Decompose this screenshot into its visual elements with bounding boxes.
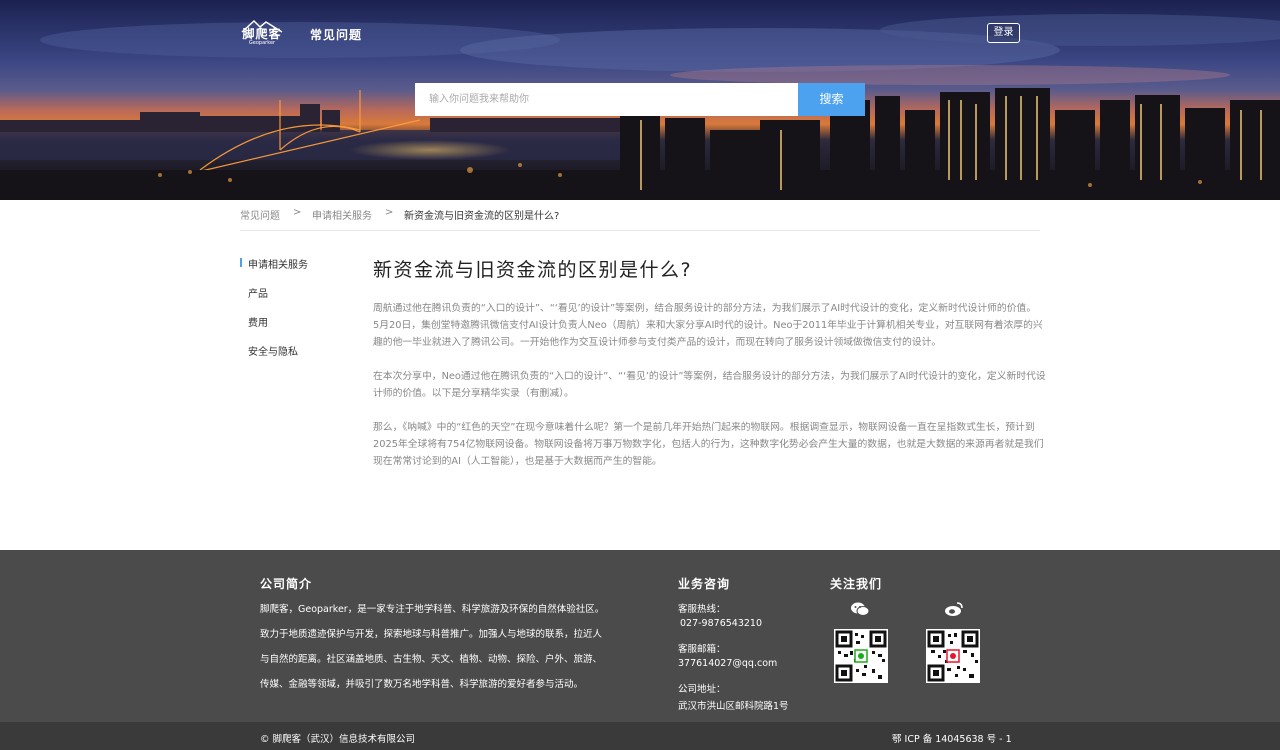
article-paragraph: 那么，《呐喊》中的“红色的天空”在现今意味着什么呢？第一个是前几年开始热门起来的…	[373, 422, 1044, 467]
about-line: 与自然的距离。社区涵盖地质、古生物、天文、植物、动物、探险、户外、旅游、	[260, 654, 603, 665]
icp-license[interactable]: 鄂 ICP 备 14045638 号 - 1	[892, 731, 1012, 745]
article-paragraph: 在本次分享中，Neo通过他在腾讯负责的“入口的设计”、“‘看见’的设计”等案例，…	[373, 371, 1046, 399]
address-label: 公司地址：	[678, 684, 726, 695]
logo-subtext: Geoparker	[248, 40, 276, 46]
address-value: 武汉市洪山区邮科院路1号	[678, 701, 789, 712]
sidebar-active-marker	[240, 258, 242, 267]
article-body: 周航通过他在腾讯负责的“入口的设计”、“‘看见’的设计”等案例，结合服务设计的部…	[373, 300, 1048, 470]
weibo-icon[interactable]	[944, 601, 964, 617]
email-value[interactable]: 377614027@qq.com	[678, 658, 777, 669]
hotline-value[interactable]: 027-9876543210	[680, 618, 762, 629]
page-title[interactable]: 常见问题	[310, 26, 362, 43]
about-heading: 公司简介	[260, 577, 313, 591]
email-label: 客服邮箱：	[678, 644, 726, 655]
breadcrumb-item-current: 新资金流与旧资金流的区别是什么?	[404, 211, 560, 222]
copyright-text: © 脚爬客（武汉）信息技术有限公司	[260, 734, 416, 745]
about-line: 致力于地质遗迹保护与开发，探索地球与科普推广。加强人与地球的联系，拉近人	[260, 629, 603, 640]
wechat-icon[interactable]	[850, 601, 870, 617]
sidebar-item-service[interactable]: 申请相关服务	[248, 256, 308, 271]
follow-heading: 关注我们	[830, 577, 883, 591]
breadcrumb: 常见问题 > 申请相关服务 > 新资金流与旧资金流的区别是什么?	[240, 207, 1040, 231]
breadcrumb-item-service[interactable]: 申请相关服务	[312, 207, 372, 222]
footer-bottom-bar	[0, 722, 1280, 750]
site-logo[interactable]: 脚爬客 Geoparker	[240, 19, 284, 49]
business-heading: 业务咨询	[678, 577, 731, 591]
hero-banner: 脚爬客 Geoparker 常见问题 登录 搜索	[0, 0, 1280, 200]
weibo-qr-code	[926, 629, 980, 683]
article-paragraph: 周航通过他在腾讯负责的“入口的设计”、“‘看见’的设计”等案例，结合服务设计的部…	[373, 303, 1037, 314]
sidebar-item-product[interactable]: 产品	[248, 285, 268, 300]
login-button[interactable]: 登录	[987, 23, 1020, 43]
search-button[interactable]: 搜索	[798, 83, 865, 116]
sidebar-item-fees[interactable]: 费用	[248, 314, 268, 329]
breadcrumb-separator: >	[385, 207, 394, 218]
wechat-qr-code	[834, 629, 888, 683]
article-paragraph: 5月20日，集创堂特邀腾讯微信支付AI设计负责人Neo（周航）来和大家分享AI时…	[373, 320, 1043, 348]
footer: 公司简介 脚爬客，Geoparker，是一家专注于地学科普、科学旅游及环保的自然…	[0, 550, 1280, 722]
article-title: 新资金流与旧资金流的区别是什么?	[373, 259, 693, 281]
search-input[interactable]	[415, 83, 798, 116]
breadcrumb-separator: >	[293, 207, 302, 218]
sidebar-item-security[interactable]: 安全与隐私	[248, 343, 298, 358]
breadcrumb-item-faq[interactable]: 常见问题	[240, 207, 280, 222]
about-line: 脚爬客，Geoparker，是一家专注于地学科普、科学旅游及环保的自然体验社区。	[260, 604, 605, 615]
hotline-label: 客服热线：	[678, 604, 726, 615]
about-line: 传媒、金融等领域，并吸引了数万名地学科普、科学旅游的爱好者参与活动。	[260, 679, 584, 690]
